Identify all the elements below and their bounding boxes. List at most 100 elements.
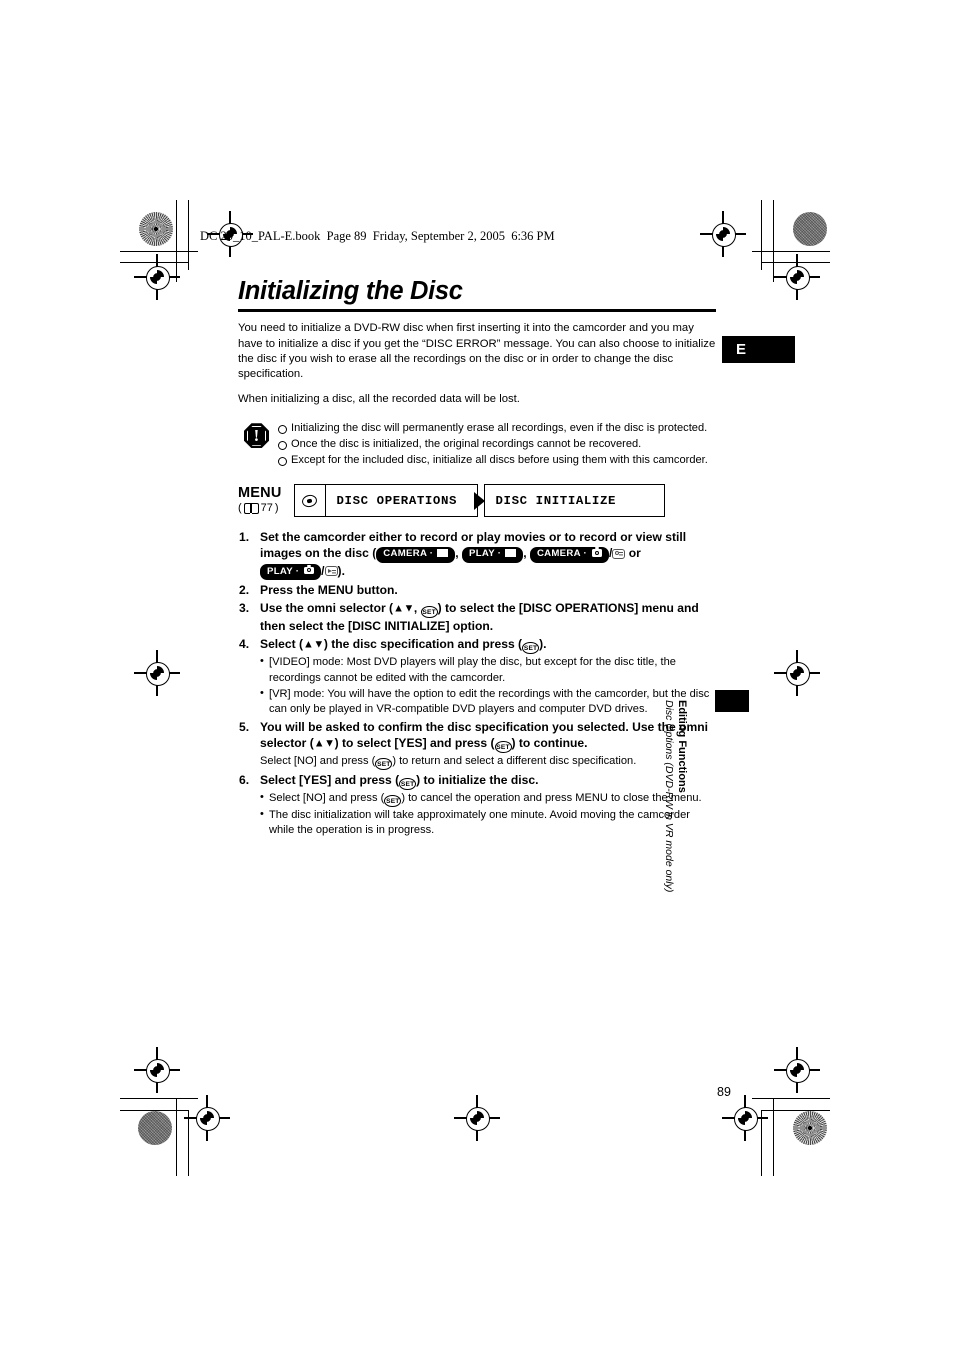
title-underline <box>238 308 716 313</box>
mode-badge-play-movie: PLAY · <box>462 546 524 563</box>
step-5: You will be asked to confirm the disc sp… <box>238 719 716 771</box>
menu-label-text: MENU <box>238 485 282 502</box>
registration-mark <box>134 254 180 300</box>
menu-box-2-label: DISC INITIALIZE <box>495 493 617 508</box>
crop-line <box>752 251 830 252</box>
memory-card-play-icon <box>324 566 338 577</box>
step-2-text: Press the MENU button. <box>260 583 398 598</box>
step-5-sub-a: Select [NO] and press ( <box>260 755 376 768</box>
crop-line <box>120 251 198 252</box>
running-head-vertical: Editing Functions Disc Options (DVD-RW i… <box>663 700 688 960</box>
crop-line <box>773 1098 774 1176</box>
menu-path-row: MENU ( 77 ) DISC OPERATIONS DISC INITIAL… <box>238 484 716 518</box>
step-4-text-a: Select ( <box>260 637 304 652</box>
menu-box-disc-initialize[interactable]: DISC INITIALIZE <box>483 484 665 518</box>
crop-line <box>761 1110 762 1176</box>
registration-mark <box>134 650 180 696</box>
mode-badge-label: CAMERA <box>383 548 427 560</box>
menu-path-label: MENU ( 77 ) <box>238 484 282 514</box>
step-6-bullet-1-b: ) to cancel the operation and press MENU… <box>401 792 702 805</box>
menu-page-reference: ( 77 ) <box>238 502 279 515</box>
mode-badge-camera-movie: CAMERA · <box>376 546 456 563</box>
step-3-comma: , <box>413 601 418 616</box>
mode-badge-camera-still: CAMERA · <box>529 546 609 563</box>
set-button-icon: SET <box>384 794 402 808</box>
intro-paragraph-2: When initializing a disc, all the record… <box>238 392 520 405</box>
crop-line <box>762 262 830 263</box>
crop-line <box>752 1098 830 1099</box>
mode-badge-label: PLAY <box>267 565 293 577</box>
caution-list: Initializing the disc will permanently e… <box>278 421 716 469</box>
step-4: Select (▲▼) the disc specification and p… <box>238 636 716 717</box>
step-1-sep-2: , <box>523 546 527 561</box>
step-6-text-a: Select [YES] and press ( <box>260 773 400 788</box>
crop-line <box>176 200 177 282</box>
running-head-line-2: Disc Options (DVD-RW in VR mode only) <box>663 700 675 893</box>
halftone-dot <box>138 1111 172 1145</box>
step-1: Set the camcorder either to record or pl… <box>238 529 716 581</box>
step-4-bullets: [VIDEO] mode: Most DVD players will play… <box>260 654 716 717</box>
crop-line <box>176 1098 177 1176</box>
caution-item: Once the disc is initialized, the origin… <box>278 437 716 452</box>
step-5-text-b: ) to select [YES] and press ( <box>334 736 495 751</box>
step-5-sub-b: ) to return and select a different disc … <box>392 755 637 768</box>
crop-line <box>120 1098 198 1099</box>
instruction-steps: Set the camcorder either to record or pl… <box>238 529 716 838</box>
book-icon <box>243 502 259 514</box>
mode-badge-play-still: PLAY · <box>260 564 322 581</box>
running-head-line-1: Editing Functions <box>676 700 688 793</box>
caution-item: Except for the included disc, initialize… <box>278 453 716 468</box>
step-4-bullet: [VIDEO] mode: Most DVD players will play… <box>260 654 716 685</box>
registration-mark <box>774 1047 820 1093</box>
mode-badge-label: PLAY <box>469 548 495 560</box>
up-down-arrows-icon: ▲▼ <box>393 602 414 615</box>
crop-line <box>773 200 774 282</box>
registration-mark <box>134 1047 180 1093</box>
menu-box-disc-operations[interactable]: DISC OPERATIONS <box>293 484 478 518</box>
movie-camera-icon <box>437 549 449 558</box>
registration-mark <box>774 650 820 696</box>
halftone-dot <box>793 212 827 246</box>
set-button-icon: SET <box>399 777 417 791</box>
step-1-sep-4: or <box>628 546 641 561</box>
page-content: Initializing the Disc You need to initia… <box>238 278 716 841</box>
language-tab-label: E <box>736 341 747 358</box>
caution-item-text: Once the disc is initialized, the origin… <box>291 438 642 451</box>
page-number: 89 <box>717 1085 731 1099</box>
menu-boxes: DISC OPERATIONS DISC INITIALIZE <box>293 484 665 518</box>
set-button-icon: SET <box>494 740 512 754</box>
still-camera-icon <box>591 547 602 557</box>
registration-mark <box>454 1095 500 1141</box>
step-3-text-a: Use the omni selector ( <box>260 601 394 616</box>
file-slug-line: DC 20_10_PAL-E.book Page 89 Friday, Sept… <box>200 229 555 243</box>
registration-mark <box>774 254 820 300</box>
disc-icon <box>300 493 319 509</box>
step-1-text-end: ). <box>337 563 345 578</box>
registration-mark <box>700 211 746 257</box>
step-4-bullet: [VR] mode: You will have the option to e… <box>260 686 716 717</box>
step-3: Use the omni selector (▲▼, SET) to selec… <box>238 600 716 634</box>
step-6-bullet: The disc initialization will take approx… <box>260 807 716 838</box>
circle-bullet-icon <box>278 425 287 435</box>
set-button-icon: SET <box>375 757 393 771</box>
step-6-bullet: Select [NO] and press (SET) to cancel th… <box>260 790 716 808</box>
step-5-substep: Select [NO] and press (SET) to return an… <box>260 754 716 771</box>
step-5-text-c: ) to continue. <box>511 736 588 751</box>
step-1-sep-1: , <box>455 546 459 561</box>
caution-block: ! Initializing the disc will permanently… <box>238 421 716 469</box>
step-6-bullet-1-a: Select [NO] and press ( <box>269 792 385 805</box>
still-camera-icon <box>304 564 315 575</box>
caution-item: Initializing the disc will permanently e… <box>278 421 716 436</box>
up-down-arrows-icon: ▲▼ <box>303 638 324 651</box>
menu-box-icon-cell <box>295 485 326 517</box>
halftone-dot <box>139 212 173 246</box>
step-6: Select [YES] and press (SET) to initiali… <box>238 772 716 838</box>
crop-line <box>188 1110 189 1176</box>
intro-paragraph-1: You need to initialize a DVD-RW disc whe… <box>238 322 716 381</box>
up-down-arrows-icon: ▲▼ <box>313 737 335 750</box>
step-4-text-c: ). <box>539 637 547 652</box>
crop-line <box>120 1110 188 1111</box>
step-4-text-b: ) the disc specification and press ( <box>323 637 523 652</box>
circle-bullet-icon <box>278 441 287 451</box>
right-arrow-icon <box>473 491 485 510</box>
